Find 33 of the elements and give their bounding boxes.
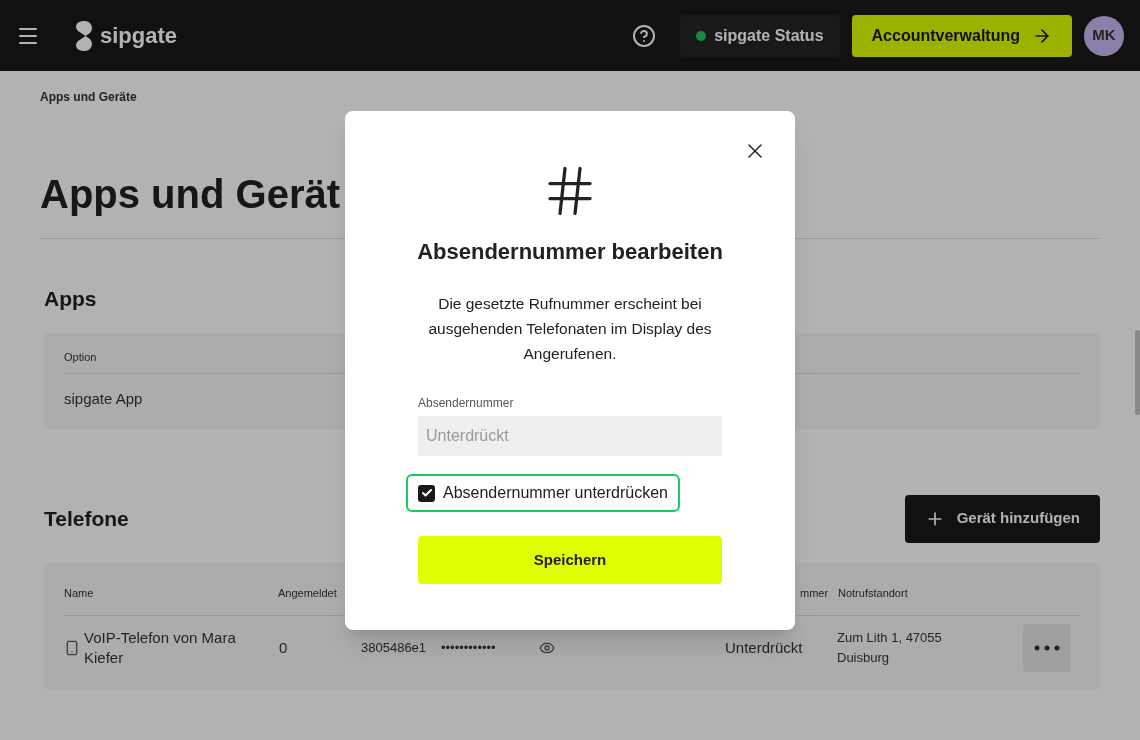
more-icon (1034, 645, 1060, 651)
column-header: Notrufstandort (838, 585, 908, 601)
table-cell-text: Zum Lith 1, 47055 Duisburg (837, 629, 943, 667)
status-button[interactable]: sipgate Status (680, 14, 840, 57)
section-heading: Apps (44, 286, 97, 312)
add-device-button[interactable]: Gerät hinzufügen (904, 494, 1100, 543)
table-cell-text: •••••••••••• (441, 639, 497, 657)
page-title: Apps und Gerät (40, 174, 341, 214)
suppress-checkbox[interactable]: Absendernummer unterdrücken (406, 474, 680, 512)
table-cell-text: VoIP-Telefon von Mara Kiefer (84, 628, 237, 668)
table-cell-text: 3805486e1 (361, 639, 428, 657)
checkbox[interactable] (418, 484, 435, 502)
field-label: Absendernummer (418, 395, 515, 412)
column-header: Option (64, 349, 97, 365)
more-button[interactable] (1023, 624, 1071, 672)
dialog-title: Absendernummer bearbeiten (417, 238, 723, 266)
save-button[interactable]: Speichern (418, 536, 722, 584)
column-header: Name (64, 585, 95, 601)
logo-text: sipgate (100, 22, 178, 50)
user-avatar[interactable]: MK (1084, 15, 1124, 56)
section-heading: Telefone (44, 505, 129, 532)
column-header: Angemeldet (278, 585, 338, 601)
check-icon (420, 487, 433, 499)
table-cell-text: Unterdrückt (725, 637, 804, 658)
table-cell-text: sipgate App (64, 389, 143, 409)
eye-icon[interactable] (539, 640, 555, 656)
breadcrumb[interactable]: Apps und Geräte (40, 88, 1100, 106)
column-header: mmer (800, 585, 830, 601)
table-cell-text: 0 (279, 637, 289, 658)
dialog-text: Die gesetzte Rufnummer erscheint bei ausgehenden Telefonaten im Display des Angerufenen. (427, 294, 713, 364)
account-button[interactable]: Accountverwaltung (851, 14, 1072, 57)
phone-icon (64, 640, 80, 656)
help-icon[interactable] (632, 23, 657, 48)
